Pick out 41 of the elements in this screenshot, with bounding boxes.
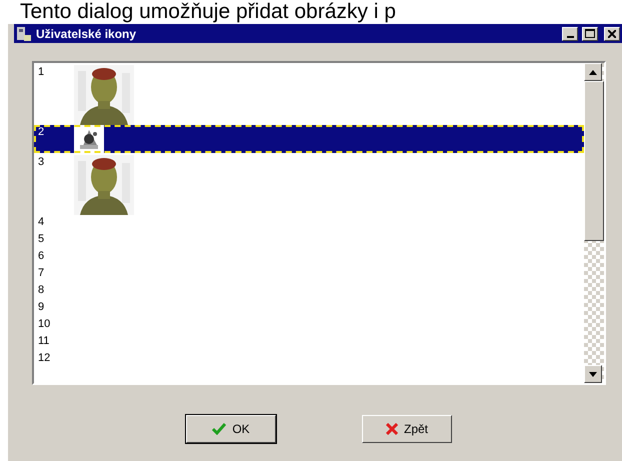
close-icon: [608, 30, 616, 38]
list-item[interactable]: 2: [34, 125, 584, 153]
scroll-up-button[interactable]: [584, 63, 602, 81]
row-number: 7: [37, 266, 46, 281]
list-item[interactable]: 5: [34, 232, 584, 249]
close-button[interactable]: [604, 26, 620, 40]
list-item[interactable]: 8: [34, 283, 584, 300]
check-icon: [212, 423, 226, 435]
scroll-down-button[interactable]: [584, 365, 602, 383]
row-number: 3: [37, 155, 46, 170]
row-number: 9: [37, 300, 46, 315]
maximize-button[interactable]: [582, 26, 598, 40]
row-number: 11: [37, 334, 50, 349]
list-item[interactable]: 7: [34, 266, 584, 283]
back-button[interactable]: Zpět: [362, 415, 452, 443]
row-number: 8: [37, 283, 46, 298]
down-arrow-icon: [589, 372, 597, 376]
list-item[interactable]: 6: [34, 249, 584, 266]
up-arrow-icon: [589, 70, 597, 74]
list-item[interactable]: 3: [34, 153, 584, 215]
list-item[interactable]: 4: [34, 215, 584, 232]
list-item[interactable]: 10: [34, 317, 584, 334]
row-number: 12: [37, 351, 52, 366]
row-number: 1: [37, 65, 46, 80]
row-number: 10: [37, 317, 52, 332]
row-number: 5: [37, 232, 46, 247]
ok-button[interactable]: OK: [186, 415, 276, 443]
list-item[interactable]: 9: [34, 300, 584, 317]
row-number: 4: [37, 215, 46, 230]
minimize-icon: [566, 36, 574, 38]
row-number: 2: [37, 125, 46, 140]
scrollbar-thumb[interactable]: [584, 81, 604, 241]
minimize-button[interactable]: [562, 26, 578, 40]
caption-text: Tento dialog umožňuje přidat obrázky i p: [20, 0, 396, 23]
window-title: Uživatelské ikony: [36, 26, 138, 40]
cross-icon: [386, 423, 398, 435]
list-item[interactable]: 12: [34, 351, 584, 368]
app-icon: [16, 26, 32, 42]
list-item[interactable]: 11: [34, 334, 584, 351]
maximize-icon: [585, 29, 595, 38]
row-number: 6: [37, 249, 46, 264]
